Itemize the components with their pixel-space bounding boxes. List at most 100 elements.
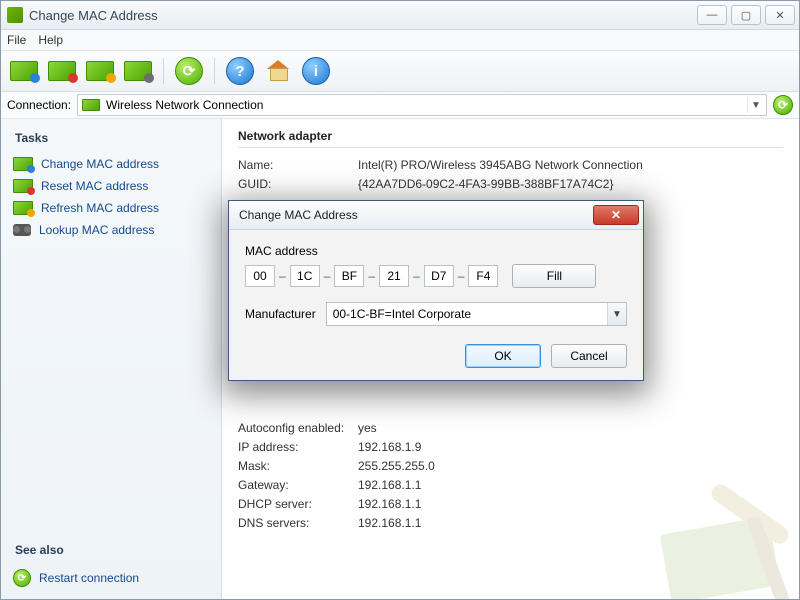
nic-refresh-icon	[13, 201, 33, 215]
tasks-header: Tasks	[15, 131, 211, 145]
row-gateway: Gateway: 192.168.1.1	[238, 478, 783, 492]
refresh-icon: ⟳	[773, 95, 793, 115]
cancel-button[interactable]: Cancel	[551, 344, 627, 368]
dns-label: DNS servers:	[238, 516, 358, 530]
dash: –	[368, 269, 375, 283]
nic-reset-icon	[13, 179, 33, 193]
autoconfig-label: Autoconfig enabled:	[238, 421, 358, 435]
nic-change-icon	[13, 157, 33, 171]
dialog-body: MAC address – – – – – Fill Manufacturer …	[229, 230, 643, 380]
row-name: Name: Intel(R) PRO/Wireless 3945ABG Netw…	[238, 158, 783, 172]
mac-octet-6[interactable]	[468, 265, 498, 287]
see-also-header: See also	[15, 543, 211, 557]
gateway-label: Gateway:	[238, 478, 358, 492]
task-label: Restart connection	[39, 571, 139, 585]
task-label: Lookup MAC address	[39, 223, 154, 237]
manufacturer-row: Manufacturer 00-1C-BF=Intel Corporate ▼	[245, 302, 627, 326]
nic-lookup-icon	[124, 61, 152, 81]
nic-mini-icon	[82, 99, 100, 111]
mac-octet-4[interactable]	[379, 265, 409, 287]
tb-change-mac-button[interactable]	[7, 55, 41, 87]
menu-file[interactable]: File	[7, 33, 26, 47]
dash: –	[324, 269, 331, 283]
titlebar: Change MAC Address — ▢ ✕	[1, 1, 799, 30]
ip-value: 192.168.1.9	[358, 440, 421, 454]
menu-help[interactable]: Help	[38, 33, 63, 47]
section-divider	[238, 147, 783, 148]
refresh-icon: ⟳	[175, 57, 203, 85]
nic-change-icon	[10, 61, 38, 81]
mac-address-row: – – – – – Fill	[245, 264, 627, 288]
binoculars-icon	[13, 224, 31, 236]
tb-help-button[interactable]: ?	[223, 55, 257, 87]
mac-octet-5[interactable]	[424, 265, 454, 287]
mask-label: Mask:	[238, 459, 358, 473]
help-icon: ?	[226, 57, 254, 85]
toolbar: ⟳ ? i	[1, 51, 799, 92]
connection-combo[interactable]: Wireless Network Connection ▼	[77, 94, 767, 116]
task-label: Reset MAC address	[41, 179, 148, 193]
row-guid: GUID: {42AA7DD6-09C2-4FA3-99BB-388BF17A7…	[238, 177, 783, 191]
dhcp-label: DHCP server:	[238, 497, 358, 511]
dialog-close-button[interactable]: ✕	[593, 205, 639, 225]
connection-value: Wireless Network Connection	[106, 98, 263, 112]
guid-value: {42AA7DD6-09C2-4FA3-99BB-388BF17A74C2}	[358, 177, 614, 191]
manufacturer-combo[interactable]: 00-1C-BF=Intel Corporate ▼	[326, 302, 627, 326]
chevron-down-icon: ▼	[607, 303, 626, 325]
task-lookup-mac[interactable]: Lookup MAC address	[11, 219, 211, 241]
fill-button[interactable]: Fill	[512, 264, 596, 288]
mac-octet-2[interactable]	[290, 265, 320, 287]
task-change-mac[interactable]: Change MAC address	[11, 153, 211, 175]
mac-octet-1[interactable]	[245, 265, 275, 287]
chevron-down-icon: ▼	[747, 97, 764, 113]
window-title: Change MAC Address	[29, 8, 693, 23]
gateway-value: 192.168.1.1	[358, 478, 421, 492]
change-mac-dialog: Change MAC Address ✕ MAC address – – – –…	[228, 200, 644, 381]
tb-refresh-mac-button[interactable]	[83, 55, 117, 87]
menubar: File Help	[1, 30, 799, 51]
task-refresh-mac[interactable]: Refresh MAC address	[11, 197, 211, 219]
connection-label: Connection:	[7, 98, 71, 112]
task-label: Refresh MAC address	[41, 201, 159, 215]
mac-address-label: MAC address	[245, 244, 627, 258]
dash: –	[279, 269, 286, 283]
info-icon: i	[302, 57, 330, 85]
name-value: Intel(R) PRO/Wireless 3945ABG Network Co…	[358, 158, 643, 172]
ok-button[interactable]: OK	[465, 344, 541, 368]
mac-octet-3[interactable]	[334, 265, 364, 287]
maximize-button[interactable]: ▢	[731, 5, 761, 25]
manufacturer-label: Manufacturer	[245, 307, 316, 321]
tb-reset-mac-button[interactable]	[45, 55, 79, 87]
tb-lookup-mac-button[interactable]	[121, 55, 155, 87]
row-mask: Mask: 255.255.255.0	[238, 459, 783, 473]
app-icon	[7, 7, 23, 23]
tb-about-button[interactable]: i	[299, 55, 333, 87]
minimize-button[interactable]: —	[697, 5, 727, 25]
dash: –	[413, 269, 420, 283]
dialog-titlebar: Change MAC Address ✕	[229, 201, 643, 230]
section-title: Network adapter	[238, 129, 783, 143]
tb-refresh-button[interactable]: ⟳	[172, 55, 206, 87]
side-pane: Tasks Change MAC address Reset MAC addre…	[1, 119, 222, 599]
ip-label: IP address:	[238, 440, 358, 454]
row-ip: IP address: 192.168.1.9	[238, 440, 783, 454]
refresh-icon: ⟳	[13, 569, 31, 587]
background-decoration	[665, 495, 799, 599]
close-button[interactable]: ✕	[765, 5, 795, 25]
task-reset-mac[interactable]: Reset MAC address	[11, 175, 211, 197]
task-restart-connection[interactable]: ⟳ Restart connection	[11, 565, 211, 591]
mask-value: 255.255.255.0	[358, 459, 435, 473]
task-label: Change MAC address	[41, 157, 159, 171]
row-autoconfig: Autoconfig enabled: yes	[238, 421, 783, 435]
guid-label: GUID:	[238, 177, 358, 191]
manufacturer-value: 00-1C-BF=Intel Corporate	[333, 307, 471, 321]
connection-refresh-button[interactable]: ⟳	[773, 95, 793, 115]
dialog-buttons: OK Cancel	[245, 344, 627, 368]
toolbar-separator	[214, 58, 215, 84]
toolbar-separator	[163, 58, 164, 84]
home-icon	[267, 61, 289, 81]
autoconfig-value: yes	[358, 421, 377, 435]
connection-bar: Connection: Wireless Network Connection …	[1, 92, 799, 119]
nic-refresh-icon	[86, 61, 114, 81]
tb-home-button[interactable]	[261, 55, 295, 87]
